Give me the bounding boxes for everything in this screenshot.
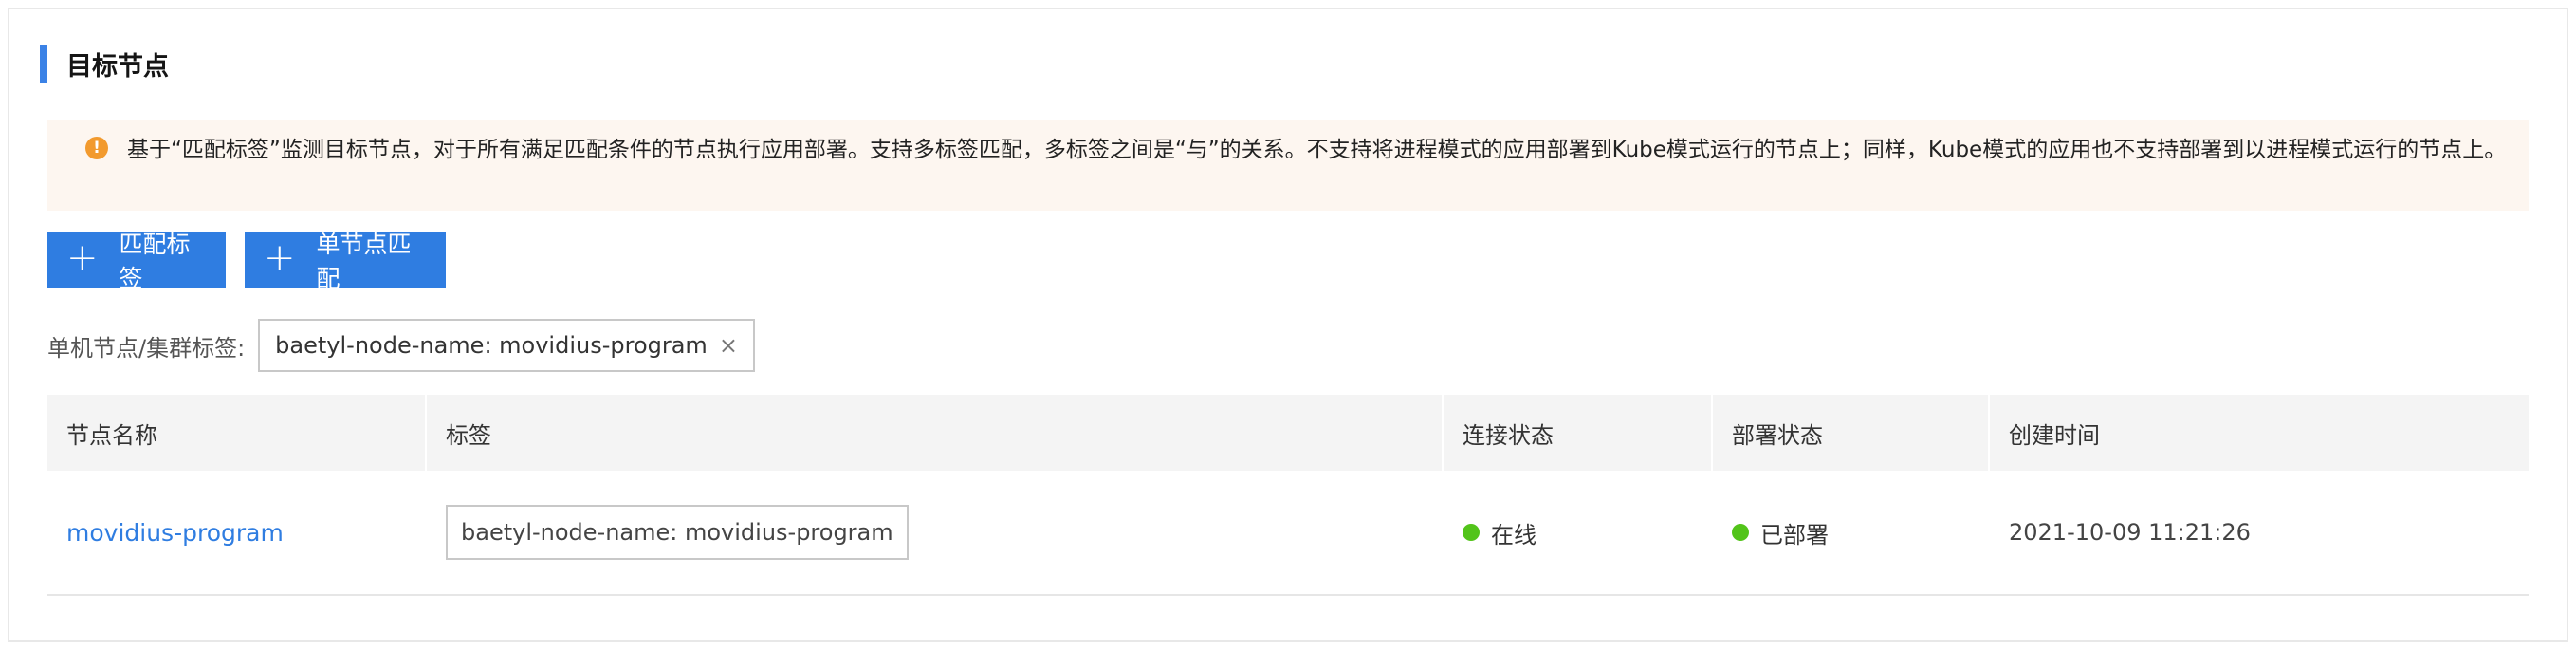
close-icon[interactable]: ×	[719, 332, 738, 359]
match-label-button[interactable]: + 匹配标签	[47, 231, 226, 292]
selected-label-tag-text: baetyl-node-name: movidius-program	[275, 332, 708, 359]
single-node-match-button-label: 单节点匹配	[316, 231, 412, 292]
created-time-text: 2021-10-09 11:21:26	[2009, 519, 2251, 546]
deployment-status: 已部署	[1732, 516, 1829, 549]
section-header: 目标节点	[40, 44, 169, 84]
connection-status: 在线	[1463, 516, 1536, 549]
notice-text: 基于“匹配标签”监测目标节点，对于所有满足匹配条件的节点执行应用部署。支持多标签…	[127, 138, 2507, 162]
table-row: movidius-program baetyl-node-name: movid…	[47, 471, 2529, 596]
single-node-match-button[interactable]: + 单节点匹配	[245, 231, 446, 292]
online-status-dot-icon	[1463, 524, 1480, 541]
labels-cell: baetyl-node-name: movidius-program	[427, 471, 1444, 594]
info-notice: ! 基于“匹配标签”监测目标节点，对于所有满足匹配条件的节点执行应用部署。支持多…	[47, 120, 2529, 211]
section-title: 目标节点	[66, 51, 169, 82]
title-accent-bar	[40, 45, 47, 83]
node-name-cell: movidius-program	[47, 471, 427, 594]
deployed-status-dot-icon	[1732, 524, 1749, 541]
column-header-labels: 标签	[427, 395, 1444, 471]
warning-circle-icon: !	[85, 137, 108, 159]
table-header: 节点名称 标签 连接状态 部署状态 创建时间	[47, 395, 2529, 471]
column-header-connection-status: 连接状态	[1444, 395, 1713, 471]
selected-label-tag: baetyl-node-name: movidius-program ×	[258, 319, 755, 372]
connection-status-text: 在线	[1491, 521, 1536, 549]
plus-icon: +	[264, 236, 296, 280]
column-header-deployment-status: 部署状态	[1713, 395, 1990, 471]
connection-status-cell: 在线	[1444, 471, 1713, 594]
match-label-button-label: 匹配标签	[119, 231, 191, 292]
selected-labels-label: 单机节点/集群标签:	[47, 334, 246, 362]
created-time-cell: 2021-10-09 11:21:26	[1990, 471, 2529, 594]
node-name-link[interactable]: movidius-program	[66, 519, 284, 547]
nodes-table: 节点名称 标签 连接状态 部署状态 创建时间 movidius-program …	[47, 395, 2529, 596]
column-header-created-time: 创建时间	[2009, 421, 2100, 449]
column-header-node-name: 节点名称	[47, 395, 427, 471]
deployment-status-cell: 已部署	[1713, 471, 1990, 594]
deployment-status-text: 已部署	[1760, 521, 1829, 549]
plus-icon: +	[66, 236, 99, 280]
node-label-tag: baetyl-node-name: movidius-program	[446, 505, 909, 560]
selected-labels-row: 单机节点/集群标签: baetyl-node-name: movidius-pr…	[47, 317, 755, 374]
